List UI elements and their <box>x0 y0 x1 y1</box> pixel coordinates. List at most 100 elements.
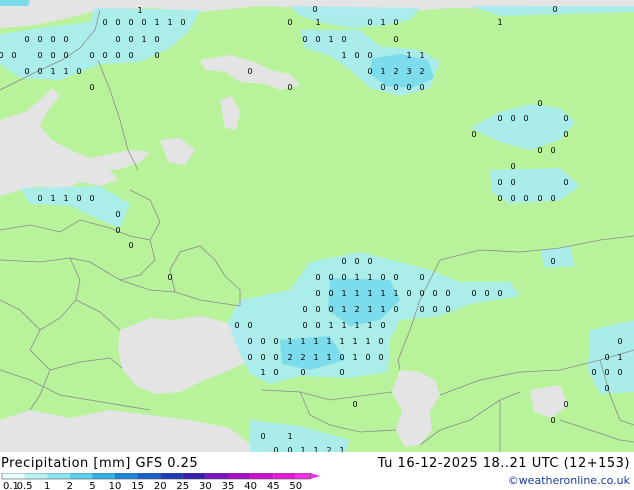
precip-value-label: 0 <box>302 305 307 314</box>
precip-value-label: 1 <box>406 51 411 60</box>
precip-value-label: 1 <box>354 289 359 298</box>
precip-value-label: 1 <box>326 353 331 362</box>
precip-value-label: 0 <box>537 146 542 155</box>
precip-value-label: 0 <box>63 51 68 60</box>
color-scale-tick-label: 15 <box>131 481 144 490</box>
precip-value-label: 1 <box>380 18 385 27</box>
precip-value-label: 0 <box>406 83 411 92</box>
precip-value-label: 0 <box>378 353 383 362</box>
precip-value-label: 0 <box>339 368 344 377</box>
precip-value-label: 0 <box>247 321 252 330</box>
color-scale-swatch <box>115 473 138 479</box>
precip-value-label: 0 <box>445 305 450 314</box>
precip-value-label: 0 <box>367 67 372 76</box>
precip-value-label: 1 <box>287 432 292 441</box>
precip-value-label: 0 <box>328 289 333 298</box>
precip-value-label: 0 <box>328 305 333 314</box>
color-scale-swatch <box>92 473 115 479</box>
precip-value-label: 1 <box>154 18 159 27</box>
precip-value-label: 0 <box>537 99 542 108</box>
precip-value-label: 0 <box>76 67 81 76</box>
precip-value-label: 1 <box>315 18 320 27</box>
credit-link[interactable]: ©weatheronline.co.uk <box>508 474 630 487</box>
precip-value-label: 0 <box>247 337 252 346</box>
color-scale-tick-label: 30 <box>199 481 212 490</box>
precip-value-label: 0 <box>315 305 320 314</box>
precip-value-label: 1 <box>341 321 346 330</box>
precip-value-label: 2 <box>300 353 305 362</box>
precip-value-label: 2 <box>287 353 292 362</box>
precip-value-label: 0 <box>523 194 528 203</box>
precip-value-label: 0 <box>247 353 252 362</box>
precip-value-label: 0 <box>378 337 383 346</box>
precip-value-label: 2 <box>393 67 398 76</box>
precip-value-label: 1 <box>339 337 344 346</box>
precip-value-label: 0 <box>393 83 398 92</box>
color-scale-tick-label: 40 <box>244 481 257 490</box>
precip-value-label: 0 <box>154 51 159 60</box>
precip-value-label: 0 <box>37 35 42 44</box>
precip-value-label: 0 <box>234 321 239 330</box>
precip-value-label: 0 <box>550 416 555 425</box>
precip-value-label: 1 <box>137 6 142 15</box>
precip-value-label: 1 <box>380 305 385 314</box>
precip-value-label: 1 <box>354 273 359 282</box>
precip-value-label: 0 <box>128 35 133 44</box>
precip-value-label: 0 <box>432 289 437 298</box>
precipitation-map: 1 0 00 0 0 0 1 1 0 0 1 0 1 0 10 0 0 0 0 0 1 0 0 0 1 0 00 0 0 0 0 0 0 0 0 0 1… <box>0 0 634 452</box>
color-scale-swatch <box>160 473 183 479</box>
precip-value-label: 1 <box>50 67 55 76</box>
precip-value-label: 0 <box>419 289 424 298</box>
precip-value-label: 0 <box>591 368 596 377</box>
color-scale-swatch <box>182 473 206 479</box>
product-title: Precipitation [mm] GFS 0.25 <box>1 456 199 471</box>
precip-value-label: 0 <box>302 321 307 330</box>
footer: Precipitation [mm] GFS 0.25 Tu 16-12-202… <box>0 452 634 490</box>
precip-value-label: 0 <box>367 18 372 27</box>
precip-value-label: 0 <box>312 5 317 14</box>
precip-value-label: 0 <box>341 35 346 44</box>
precip-value-label: 0 <box>315 289 320 298</box>
precip-value-label: 1 <box>367 289 372 298</box>
precip-value-label: 2 <box>419 67 424 76</box>
precip-value-label: 0 <box>89 83 94 92</box>
precip-value-label: 2 <box>354 305 359 314</box>
precip-value-label: 0 <box>0 51 4 60</box>
precip-value-label: 0 <box>497 289 502 298</box>
precip-value-label: 0 <box>484 289 489 298</box>
precip-value-label: 0 <box>393 18 398 27</box>
precip-value-label: 1 <box>260 368 265 377</box>
precip-value-label: 0 <box>315 273 320 282</box>
precip-value-label: 1 <box>341 289 346 298</box>
precip-value-label: 0 <box>11 51 16 60</box>
precip-value-label: 0 <box>604 384 609 393</box>
color-scale-tick-label: 45 <box>267 481 280 490</box>
precip-value-label: 0 <box>339 353 344 362</box>
precip-value-label: 0 <box>287 18 292 27</box>
precip-value-label: 1 <box>354 321 359 330</box>
precip-value-label: 1 <box>367 321 372 330</box>
precip-value-label: 1 <box>326 337 331 346</box>
precip-value-label: 0 <box>247 67 252 76</box>
color-scale-tick-label: 50 <box>289 481 302 490</box>
precip-value-label: 0 <box>563 178 568 187</box>
color-scale-swatch <box>24 473 48 479</box>
precip-value-label: 0 <box>328 273 333 282</box>
color-scale-arrow <box>310 473 321 479</box>
precip-value-label: 0 <box>523 114 528 123</box>
precip-value-label: 0 <box>341 273 346 282</box>
precip-value-label: 0 <box>617 368 622 377</box>
precip-value-label: 0 <box>432 305 437 314</box>
color-scale-tick-label: 5 <box>89 481 95 490</box>
precip-value-label: 0 <box>128 18 133 27</box>
precip-value-label: 0 <box>393 35 398 44</box>
precip-value-label: 0 <box>604 368 609 377</box>
precip-value-label: 1 <box>50 194 55 203</box>
precip-value-label: 0 <box>471 130 476 139</box>
precip-value-label: 1 <box>497 18 502 27</box>
precip-value-label: 0 <box>341 257 346 266</box>
precip-value-label: 0 <box>287 83 292 92</box>
precip-value-label: 0 <box>510 114 515 123</box>
precip-value-label: 0 <box>380 83 385 92</box>
color-scale-tick-label: 35 <box>222 481 235 490</box>
